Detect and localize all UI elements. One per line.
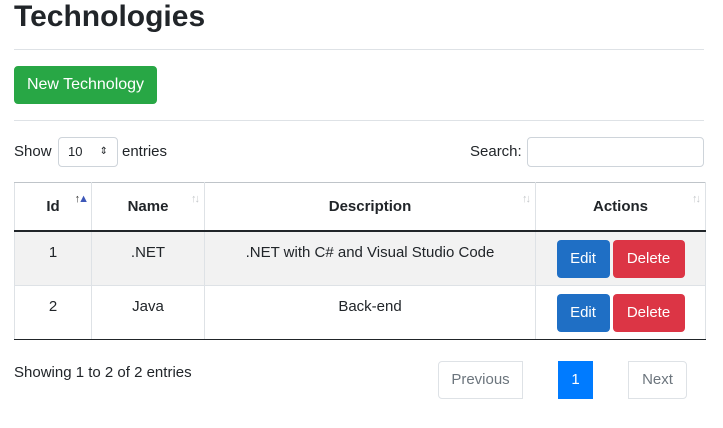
search-label: Search: (470, 143, 522, 160)
sort-icon: ↑↓ (692, 193, 701, 205)
column-header-label: Actions (592, 198, 648, 215)
show-label: Show (14, 143, 52, 160)
pagination-page-button[interactable]: 1 (558, 361, 593, 399)
pagination-next-button[interactable]: Next (628, 361, 687, 399)
delete-button[interactable]: Delete (612, 293, 685, 332)
table-row: 1 .NET .NET with C# and Visual Studio Co… (14, 230, 706, 286)
column-header-label: Description (328, 198, 412, 215)
edit-button[interactable]: Edit (556, 240, 610, 278)
cell-id: 1 (14, 230, 92, 286)
delete-button[interactable]: Delete (612, 240, 685, 278)
new-technology-button[interactable]: New Technology (14, 66, 157, 104)
cell-description: Back-end (204, 284, 536, 340)
sort-icon: ↑↓ (191, 193, 200, 205)
table-row: 2 Java Back-end Edit Delete (14, 284, 706, 340)
column-header-id[interactable]: Id ↑▲ (14, 182, 92, 232)
chevron-updown-icon: ⇕ (99, 146, 108, 157)
cell-name: .NET (91, 230, 205, 286)
column-header-name[interactable]: Name ↑↓ (91, 182, 205, 232)
entries-label: entries (122, 143, 168, 160)
entries-select-value: 10 (68, 144, 83, 159)
cell-id: 2 (14, 284, 92, 340)
sort-icon: ↑↓ (522, 193, 531, 205)
page-title: Technologies (14, 0, 206, 33)
column-header-label: Name (127, 198, 169, 215)
sort-ascending-icon: ↑▲ (74, 193, 89, 205)
cell-description: .NET with C# and Visual Studio Code (204, 230, 536, 286)
technologies-table: Id ↑▲ Name ↑↓ Description ↑↓ Actions ↑↓ … (14, 182, 706, 340)
edit-button[interactable]: Edit (556, 293, 610, 332)
column-header-description[interactable]: Description ↑↓ (204, 182, 536, 232)
cell-name: Java (91, 284, 205, 340)
cell-actions: Edit Delete (535, 284, 706, 340)
divider (14, 120, 704, 121)
table-info: Showing 1 to 2 of 2 entries (14, 364, 192, 381)
column-header-label: Id (46, 198, 60, 215)
divider (14, 49, 704, 50)
entries-select[interactable]: 10 ⇕ (58, 137, 118, 167)
column-header-actions[interactable]: Actions ↑↓ (535, 182, 706, 232)
pagination-previous-button[interactable]: Previous (438, 361, 523, 399)
table-header-row: Id ↑▲ Name ↑↓ Description ↑↓ Actions ↑↓ (14, 182, 706, 232)
cell-actions: Edit Delete (535, 230, 706, 286)
search-input[interactable] (527, 137, 704, 167)
